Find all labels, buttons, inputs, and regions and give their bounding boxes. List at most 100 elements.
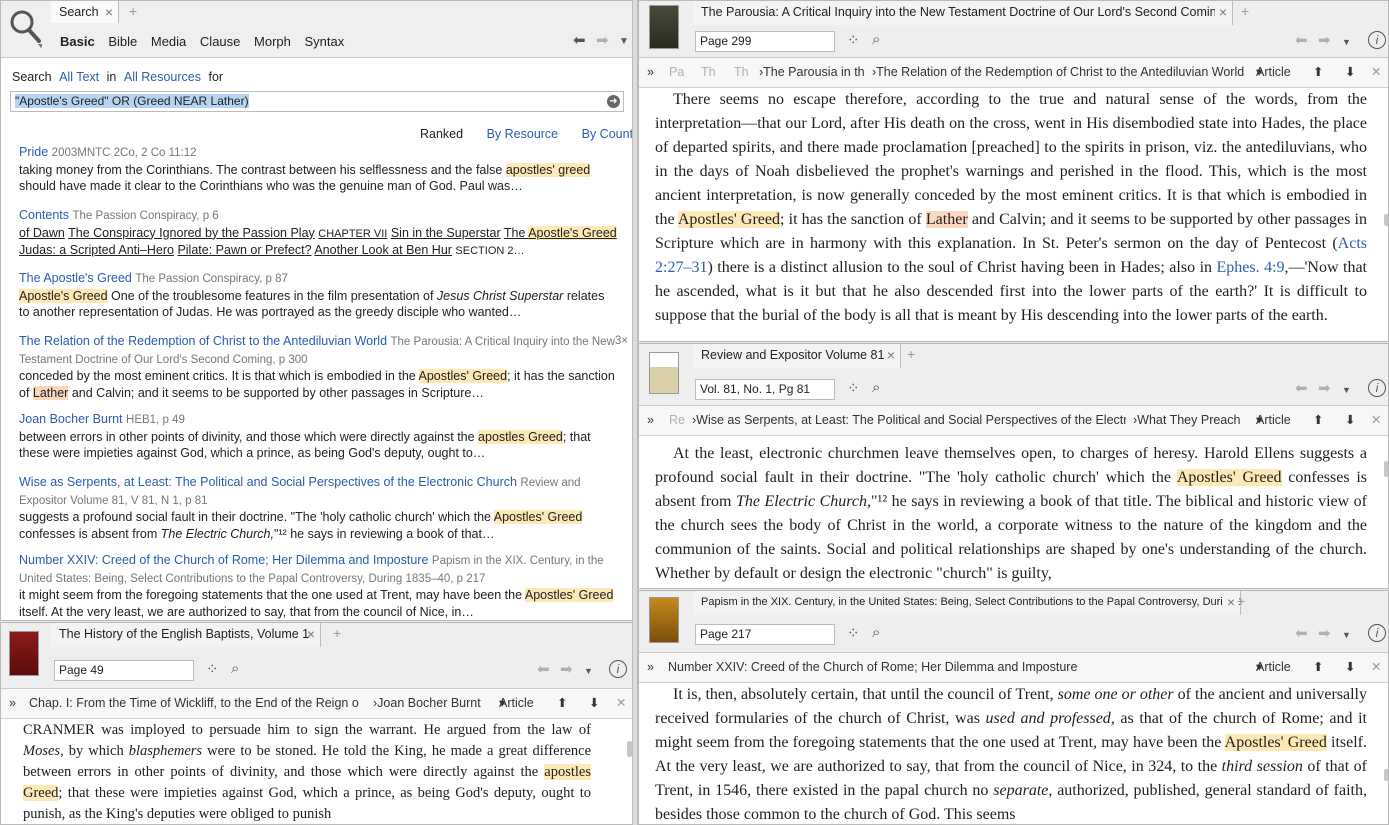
close-icon[interactable]: ✕ xyxy=(1371,653,1381,682)
info-icon[interactable]: i xyxy=(1368,624,1386,642)
chevron-down-icon[interactable]: ▼ xyxy=(619,33,629,51)
chevron-down-icon[interactable]: ▼ xyxy=(584,662,593,680)
result-item[interactable]: The Relation of the Redemption of Christ… xyxy=(19,333,628,401)
panel-menu-icon[interactable]: ⁘ xyxy=(847,625,860,643)
info-icon[interactable]: i xyxy=(609,660,627,678)
close-icon[interactable]: ✕ xyxy=(616,689,626,718)
close-icon[interactable]: ✕ xyxy=(1371,406,1381,435)
info-icon[interactable]: i xyxy=(1368,31,1386,49)
result-item[interactable]: Contents The Passion Conspiracy, p 6 of … xyxy=(19,207,618,260)
page-input[interactable]: Vol. 81, No. 1, Pg 81 xyxy=(695,379,835,400)
info-icon[interactable]: i xyxy=(1368,379,1386,397)
book-cover[interactable] xyxy=(9,631,39,676)
breadcrumb-chapter[interactable]: Chap. I: From the Time of Wickliff, to t… xyxy=(29,689,359,718)
scrollbar[interactable] xyxy=(1384,769,1388,781)
chevron-down-icon[interactable]: ▼ xyxy=(1342,381,1351,399)
go-arrow-icon[interactable]: ➜ xyxy=(607,95,620,108)
close-icon[interactable]: × xyxy=(307,623,315,645)
new-tab-icon[interactable]: + xyxy=(907,346,915,362)
panel-menu-icon[interactable]: ⁘ xyxy=(847,32,860,50)
search-icon[interactable]: ⌕ xyxy=(872,624,880,642)
mode-morph[interactable]: Morph xyxy=(254,34,291,49)
book-cover[interactable] xyxy=(649,352,679,394)
scope-text-dropdown[interactable]: All Text xyxy=(59,70,99,84)
panel-menu-icon[interactable]: ⁘ xyxy=(206,661,219,679)
tab-parousia[interactable]: The Parousia: A Critical Inquiry into th… xyxy=(693,1,1233,25)
result-item[interactable]: The Apostle's Greed The Passion Conspira… xyxy=(19,270,618,321)
bible-reference-link[interactable]: Ephes. 4:9 xyxy=(1217,259,1285,276)
result-item[interactable]: Pride 2003MNTC 2Co, 2 Co 11:12 taking mo… xyxy=(19,144,618,195)
back-arrow-icon[interactable]: ⬅ xyxy=(1295,380,1308,398)
breadcrumb-item[interactable]: › The Relation of the Redemption of Chri… xyxy=(872,58,1244,87)
chevron-down-icon[interactable]: ▼ xyxy=(1342,33,1351,51)
close-icon[interactable]: ✕ xyxy=(1371,58,1381,87)
result-item[interactable]: Wise as Serpents, at Least: The Politica… xyxy=(19,474,618,542)
down-arrow-icon[interactable]: ⬇ xyxy=(1345,58,1355,87)
sort-by-resource[interactable]: By Resource xyxy=(487,127,559,141)
sort-ranked[interactable]: Ranked xyxy=(420,127,463,141)
search-icon[interactable]: ⌕ xyxy=(872,31,880,49)
chevron-down-icon[interactable]: ▼ xyxy=(1342,626,1351,644)
mode-clause[interactable]: Clause xyxy=(200,34,240,49)
forward-arrow-icon[interactable]: ➡ xyxy=(1318,32,1331,50)
back-arrow-icon[interactable]: ⬅ xyxy=(1295,32,1308,50)
tab-search[interactable]: Search × xyxy=(51,1,119,23)
new-tab-icon[interactable]: + xyxy=(1237,593,1245,609)
page-input[interactable]: Page 299 xyxy=(695,31,835,52)
mode-media[interactable]: Media xyxy=(151,34,186,49)
up-arrow-icon[interactable]: ⬆ xyxy=(1313,58,1323,87)
book-cover[interactable] xyxy=(649,5,679,49)
new-tab-icon[interactable]: + xyxy=(1241,3,1249,19)
breadcrumb-chevron-icon[interactable]: » xyxy=(647,406,654,435)
new-tab-icon[interactable]: + xyxy=(333,625,341,641)
close-icon[interactable]: × xyxy=(1222,591,1235,613)
panel-menu-icon[interactable]: ⁘ xyxy=(847,380,860,398)
down-arrow-icon[interactable]: ⬇ xyxy=(1345,653,1355,682)
close-icon[interactable]: × xyxy=(1214,1,1227,23)
tab-papism[interactable]: Papism in the XIX. Century, in the Unite… xyxy=(693,591,1241,615)
result-item[interactable]: Number XXIV: Creed of the Church of Rome… xyxy=(19,552,618,620)
breadcrumb-item[interactable]: › Wise as Serpents, at Least: The Politi… xyxy=(692,406,1126,435)
forward-arrow-icon[interactable]: ➡ xyxy=(1318,625,1331,643)
close-icon[interactable]: × xyxy=(105,1,113,23)
forward-arrow-icon[interactable]: ➡ xyxy=(596,32,609,50)
breadcrumb-item[interactable]: Pa xyxy=(669,58,684,87)
breadcrumb-item[interactable]: › What They Preach xyxy=(1133,406,1240,435)
mode-bible[interactable]: Bible xyxy=(108,34,137,49)
scope-resources-dropdown[interactable]: All Resources xyxy=(124,70,201,84)
breadcrumb-chevron-icon[interactable]: » xyxy=(647,58,654,87)
up-arrow-icon[interactable]: ⬆ xyxy=(1313,406,1323,435)
breadcrumb-item[interactable]: Number XXIV: Creed of the Church of Rome… xyxy=(668,653,1077,682)
page-input[interactable]: Page 217 xyxy=(695,624,835,645)
breadcrumb-item[interactable]: Re xyxy=(669,406,685,435)
article-dropdown[interactable]: Article ▾ xyxy=(1256,653,1291,682)
breadcrumb-item[interactable]: Th xyxy=(701,58,716,87)
search-icon[interactable] xyxy=(8,8,42,48)
page-input[interactable]: Page 49 xyxy=(54,660,194,681)
mode-syntax[interactable]: Syntax xyxy=(305,34,345,49)
new-tab-icon[interactable]: + xyxy=(129,3,137,19)
forward-arrow-icon[interactable]: ➡ xyxy=(1318,380,1331,398)
article-dropdown[interactable]: Article ▾ xyxy=(499,689,534,718)
breadcrumb-item[interactable]: › The Parousia in th xyxy=(759,58,865,87)
result-item[interactable]: Joan Bocher Burnt HEB1, p 49 between err… xyxy=(19,411,618,462)
mode-basic[interactable]: Basic xyxy=(60,34,95,49)
sort-by-count[interactable]: By Count xyxy=(582,127,632,141)
breadcrumb-chevron-icon[interactable]: » xyxy=(647,653,654,682)
search-query-input[interactable]: "Apostle's Greed" OR (Greed NEAR Lather)… xyxy=(10,91,624,112)
down-arrow-icon[interactable]: ⬇ xyxy=(589,689,599,718)
down-arrow-icon[interactable]: ⬇ xyxy=(1345,406,1355,435)
back-arrow-icon[interactable]: ⬅ xyxy=(1295,625,1308,643)
back-arrow-icon[interactable]: ⬅ xyxy=(537,661,550,679)
scrollbar[interactable] xyxy=(1384,461,1388,477)
search-icon[interactable]: ⌕ xyxy=(872,379,880,397)
up-arrow-icon[interactable]: ⬆ xyxy=(1313,653,1323,682)
tab-review[interactable]: Review and Expositor Volume 81 × xyxy=(693,344,901,368)
article-dropdown[interactable]: Article ▾ xyxy=(1256,406,1291,435)
close-icon[interactable]: × xyxy=(887,344,895,366)
breadcrumb-chevron-icon[interactable]: » xyxy=(9,689,16,718)
article-dropdown[interactable]: Article ▾ xyxy=(1256,58,1291,87)
breadcrumb-item[interactable]: Th xyxy=(734,58,749,87)
back-arrow-icon[interactable]: ⬅ xyxy=(573,32,586,50)
scrollbar[interactable] xyxy=(1384,214,1388,226)
